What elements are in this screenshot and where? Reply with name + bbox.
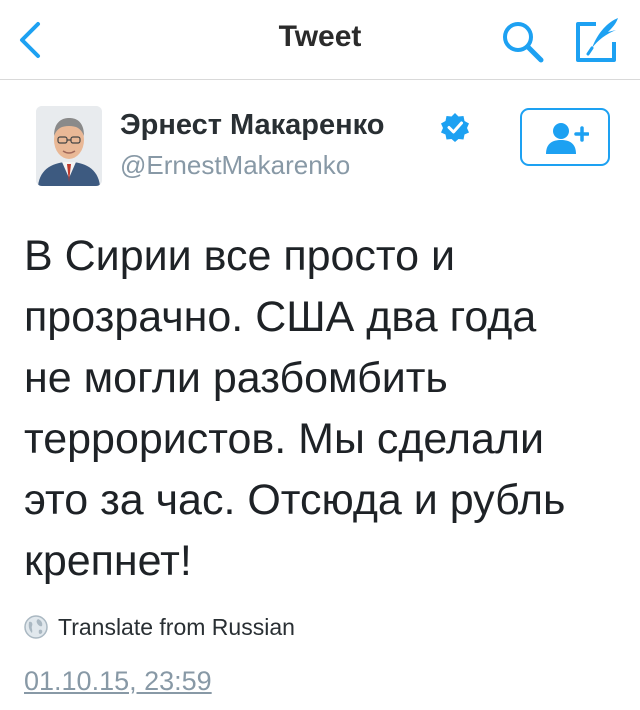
- author-photo: [36, 106, 102, 186]
- follow-user-icon: [546, 123, 589, 154]
- tweet-text-line: террористов. Мы сделали: [24, 415, 545, 463]
- follow-button[interactable]: [520, 108, 610, 166]
- tweet-timestamp[interactable]: 01.10.15, 23:59: [24, 666, 212, 697]
- author-handle[interactable]: @ErnestMakarenko: [120, 150, 350, 181]
- tweet-text-line: прозрачно. США два года: [24, 293, 537, 341]
- search-button[interactable]: [498, 17, 546, 65]
- tweet-text-line: не могли разбомбить: [24, 354, 448, 402]
- tweet-text-line: это за час. Отсюда и рубль: [24, 476, 566, 524]
- compose-tweet-icon: [576, 18, 618, 62]
- tweet-text-line: В Сирии все просто и: [24, 232, 456, 280]
- tweet-text: В Сирии все просто и прозрачно. США два …: [24, 226, 624, 592]
- search-icon: [503, 22, 544, 63]
- translate-label: Translate from Russian: [58, 614, 295, 640]
- compose-tweet-button[interactable]: [572, 14, 624, 66]
- tweet-text-line: крепнет!: [24, 537, 192, 585]
- author-name[interactable]: Эрнест Макаренко: [120, 109, 384, 142]
- avatar[interactable]: [36, 106, 102, 186]
- top-navigation-bar: Tweet: [0, 0, 640, 80]
- globe-icon: [24, 615, 48, 639]
- verified-badge-icon: [441, 113, 469, 142]
